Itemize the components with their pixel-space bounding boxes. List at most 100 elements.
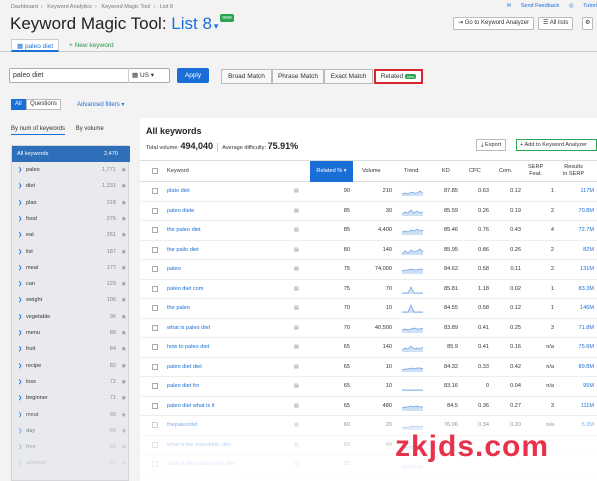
chevron-right-icon[interactable]: ❯ [18, 292, 22, 308]
eye-icon[interactable]: ◉ [122, 162, 126, 178]
keyword-link[interactable]: thepaleodiet [167, 416, 197, 435]
chevron-right-icon[interactable]: ❯ [18, 211, 22, 227]
keyword-group-item[interactable]: ❯ meal 177 ◉ [12, 260, 130, 276]
keyword-link[interactable]: paleo diet what is it [167, 397, 215, 416]
keyword-group-item[interactable]: ❯ list 187 ◉ [12, 244, 130, 260]
eye-icon[interactable]: ◉ [122, 244, 126, 260]
row-checkbox[interactable] [152, 227, 158, 233]
col-volume[interactable]: Volume [362, 161, 381, 182]
row-checkbox[interactable] [152, 363, 158, 370]
tab-by-volume[interactable]: By volume [76, 126, 104, 132]
results-value[interactable]: 72.7M [568, 221, 594, 240]
results-value[interactable]: 89.8M [568, 358, 594, 377]
go-to-keyword-analyzer-button[interactable]: ⇥ Go to Keyword Analyzer [453, 17, 535, 30]
eye-icon[interactable]: ◉ [122, 374, 126, 390]
apply-button[interactable]: Apply [177, 68, 209, 83]
row-checkbox[interactable] [152, 246, 158, 253]
keyword-link[interactable]: the paleo [167, 299, 190, 318]
keyword-group-item[interactable]: ❯ day 66 ◉ [12, 423, 130, 439]
keyword-group-item[interactable]: ❯ plan 318 ◉ [12, 195, 130, 211]
chevron-right-icon[interactable]: ❯ [18, 162, 22, 178]
add-to-keyword-analyzer-button[interactable]: + Add to Keyword Analyzer [516, 139, 597, 151]
row-checkbox[interactable] [152, 344, 158, 350]
results-value[interactable]: 117M [568, 182, 594, 201]
serp-icon[interactable]: ▤ [294, 338, 299, 357]
breadcrumb-item[interactable]: Dashboard [11, 4, 38, 10]
eye-icon[interactable]: ◉ [122, 325, 126, 341]
keyword-group-item[interactable]: ❯ food 276 ◉ [12, 211, 130, 227]
serp-icon[interactable]: ▤ [294, 358, 299, 377]
serp-icon[interactable]: ▤ [294, 397, 299, 416]
keyword-group-item[interactable]: ❯ vegetable 96 ◉ [12, 309, 130, 325]
keyword-link[interactable]: plato diet [167, 182, 190, 201]
eye-icon[interactable]: ◉ [122, 178, 126, 194]
keyword-group-item[interactable]: ❯ fruit 84 ◉ [12, 341, 130, 357]
breadcrumb-item[interactable]: Keyword Analytics [47, 4, 92, 10]
row-checkbox[interactable] [152, 441, 158, 448]
results-value[interactable]: 5.3M [568, 416, 594, 435]
tab-by-number[interactable]: By num of keywords [11, 126, 66, 135]
results-value[interactable]: 75.6M [568, 338, 594, 357]
keyword-group-item[interactable]: ❯ eat 261 ◉ [12, 227, 130, 243]
chevron-right-icon[interactable]: ❯ [18, 276, 22, 292]
chevron-right-icon[interactable]: ❯ [18, 341, 22, 357]
keyword-link[interactable]: the paleo diet [167, 221, 201, 240]
keyword-group-item[interactable]: ❯ diet 1,331 ◉ [12, 178, 130, 194]
eye-icon[interactable]: ◉ [122, 227, 126, 243]
select-all-checkbox[interactable] [152, 168, 158, 174]
eye-icon[interactable]: ◉ [122, 423, 126, 439]
eye-icon[interactable]: ◉ [122, 276, 126, 292]
chevron-right-icon[interactable]: ❯ [18, 227, 22, 243]
chevron-right-icon[interactable]: ❯ [18, 390, 22, 406]
results-value[interactable]: 70.8M [568, 202, 594, 221]
chevron-right-icon[interactable]: ❯ [18, 439, 22, 455]
results-value[interactable]: 111M [568, 397, 594, 416]
row-checkbox[interactable] [152, 207, 158, 214]
serp-icon[interactable]: ▤ [294, 260, 299, 279]
chevron-right-icon[interactable]: ❯ [18, 423, 22, 439]
serp-icon[interactable]: ▤ [294, 241, 299, 260]
exact-match-button[interactable]: Exact Match [324, 69, 373, 84]
chevron-right-icon[interactable]: ❯ [18, 455, 22, 471]
eye-icon[interactable]: ◉ [122, 455, 126, 471]
serp-icon[interactable]: ▤ [294, 455, 299, 474]
new-keyword-tab[interactable]: + New keyword [69, 42, 114, 49]
keyword-group-item[interactable]: ❯ recipe 82 ◉ [12, 358, 130, 374]
chevron-right-icon[interactable]: ❯ [18, 260, 22, 276]
chevron-right-icon[interactable]: ❯ [18, 407, 22, 423]
chevron-right-icon[interactable]: ❯ [18, 195, 22, 211]
eye-icon[interactable]: ◉ [122, 390, 126, 406]
keyword-link[interactable]: paleo diete [167, 202, 194, 221]
related-button[interactable]: Related new [374, 69, 423, 84]
keyword-link[interactable]: paleo diet com [167, 280, 203, 299]
serp-icon[interactable]: ▤ [294, 416, 299, 435]
results-value[interactable]: 131M [568, 260, 594, 279]
list-name[interactable]: List 8 [171, 14, 212, 33]
serp-icon[interactable]: ▤ [294, 436, 299, 455]
keyword-group-item[interactable]: ❯ free 62 ◉ [12, 439, 130, 455]
row-checkbox[interactable] [152, 305, 158, 311]
keyword-group-item[interactable]: ❯ beginner 71 ◉ [12, 390, 130, 406]
send-feedback-link[interactable]: ✉ Send Feedback [507, 3, 560, 9]
advanced-filters-button[interactable]: Advanced filters ▾ [77, 101, 124, 108]
row-checkbox[interactable] [152, 461, 158, 467]
broad-match-button[interactable]: Broad Match [221, 69, 272, 84]
keyword-link[interactable]: what is the paleo of the diet [167, 455, 235, 474]
export-button[interactable]: ⤓ Export [476, 139, 507, 151]
col-com[interactable]: Com. [499, 161, 512, 182]
keyword-group-item[interactable]: ❯ menu 89 ◉ [12, 325, 130, 341]
eye-icon[interactable]: ◉ [122, 407, 126, 423]
col-results-in-serp[interactable]: Results in SERP [563, 161, 584, 182]
eye-icon[interactable]: ◉ [122, 341, 126, 357]
row-checkbox[interactable] [152, 324, 158, 331]
serp-icon[interactable]: ▤ [294, 319, 299, 338]
eye-icon[interactable]: ◉ [122, 309, 126, 325]
chevron-right-icon[interactable]: ❯ [18, 374, 22, 390]
serp-icon[interactable]: ▤ [294, 299, 299, 318]
keyword-link[interactable]: what is paleo diet [167, 319, 210, 338]
results-value[interactable]: 71.8M [568, 319, 594, 338]
eye-icon[interactable]: ◉ [122, 292, 126, 308]
keyword-group-item[interactable]: ❯ allowed 60 ◉ [12, 455, 130, 471]
chevron-right-icon[interactable]: ❯ [18, 309, 22, 325]
serp-icon[interactable]: ▤ [294, 280, 299, 299]
